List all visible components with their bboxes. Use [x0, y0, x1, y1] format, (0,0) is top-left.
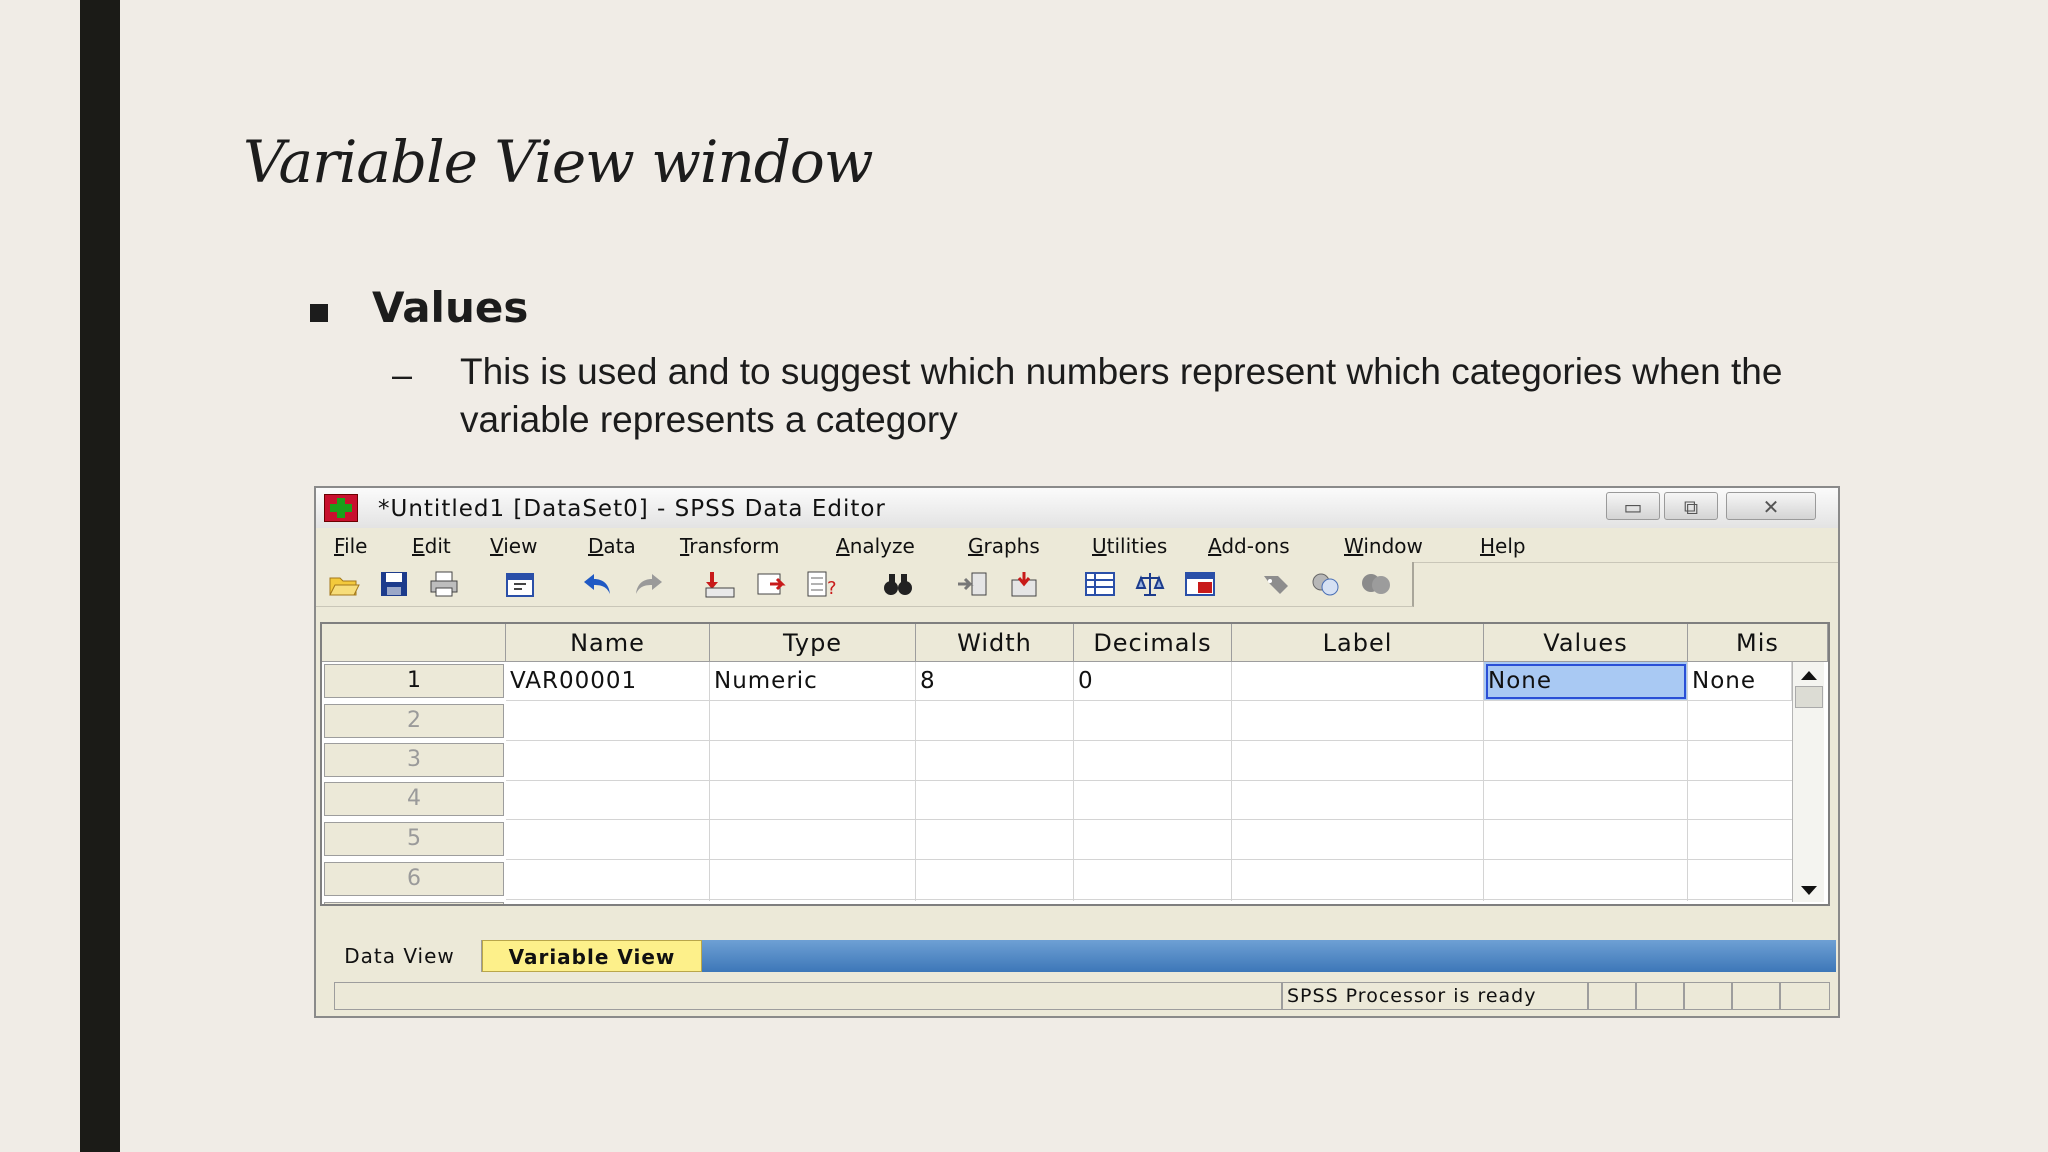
scroll-up-arrow-icon[interactable] [1799, 668, 1819, 682]
maximize-button[interactable]: ⧉ [1664, 492, 1718, 520]
menu-window[interactable]: Window [1344, 534, 1423, 558]
menu-graphs[interactable]: Graphs [968, 534, 1040, 558]
weight-cases-icon[interactable] [1134, 570, 1166, 598]
bullet-heading: Values [372, 283, 529, 332]
menu-file[interactable]: File [334, 534, 367, 558]
slide-title: Variable View window [243, 128, 873, 196]
status-cell [1684, 982, 1732, 1010]
menu-add-ons[interactable]: Add-ons [1208, 534, 1290, 558]
column-header-name[interactable]: Name [506, 624, 710, 662]
dialog-recall-icon[interactable] [504, 570, 536, 598]
select-cases-icon[interactable] [1184, 570, 1216, 598]
redo-icon[interactable] [632, 570, 664, 598]
vertical-scroll-thumb[interactable] [1795, 686, 1823, 708]
status-cell [1588, 982, 1636, 1010]
slide-side-bar [80, 0, 120, 1152]
column-header-type[interactable]: Type [710, 624, 916, 662]
title-bar[interactable]: *Untitled1 [DataSet0] - SPSS Data Editor… [316, 488, 1838, 529]
column-header-width[interactable]: Width [916, 624, 1074, 662]
menu-utilities[interactable]: Utilities [1092, 534, 1167, 558]
row-header[interactable] [324, 902, 504, 904]
column-header-label[interactable]: Label [1232, 624, 1484, 662]
empty-grid-rows[interactable] [506, 701, 1792, 901]
menu-bar: File Edit View Data Transform Analyze Gr… [316, 528, 1838, 563]
cell-values[interactable]: None [1484, 662, 1688, 701]
split-file-icon[interactable] [1084, 570, 1116, 598]
svg-text:?: ? [827, 578, 837, 598]
row-header[interactable]: 6 [324, 862, 504, 896]
insert-cases-icon[interactable] [956, 570, 988, 598]
column-header-decimals[interactable]: Decimals [1074, 624, 1232, 662]
goto-variable-icon[interactable] [756, 570, 788, 598]
menu-help[interactable]: Help [1480, 534, 1526, 558]
spss-app-icon [324, 494, 358, 522]
column-header-values[interactable]: Values [1484, 624, 1688, 662]
grid-corner [322, 624, 506, 662]
goto-case-icon[interactable] [704, 570, 736, 598]
toolbar: ? [316, 562, 1414, 607]
tab-data-view[interactable]: Data View [318, 940, 482, 972]
row-header[interactable]: 1 [324, 664, 504, 698]
cell-decimals[interactable]: 0 [1074, 662, 1232, 701]
save-icon[interactable] [378, 570, 410, 598]
value-labels-icon[interactable] [1260, 570, 1292, 598]
status-bar: SPSS Processor is ready [318, 978, 1836, 1014]
status-cell [1732, 982, 1780, 1010]
sub-bullet-dash: – [392, 354, 413, 395]
find-icon[interactable] [882, 570, 914, 598]
grid-line [1687, 701, 1688, 901]
row-header[interactable]: 4 [324, 782, 504, 816]
sub-bullet-text: This is used and to suggest which number… [460, 351, 1783, 440]
insert-variable-icon[interactable] [1008, 570, 1040, 598]
menu-view[interactable]: View [490, 534, 537, 558]
status-cell-main [334, 982, 1282, 1010]
menu-edit[interactable]: Edit [412, 534, 451, 558]
window-title: *Untitled1 [DataSet0] - SPSS Data Editor [378, 496, 886, 522]
cell-missing[interactable]: None [1688, 662, 1792, 701]
status-cell [1780, 982, 1830, 1010]
row-header[interactable]: 5 [324, 822, 504, 856]
print-icon[interactable] [428, 570, 460, 598]
open-folder-icon[interactable] [328, 570, 360, 598]
cell-width[interactable]: 8 [916, 662, 1074, 701]
minimize-button[interactable]: ▭ [1606, 492, 1660, 520]
menu-analyze[interactable]: Analyze [836, 534, 915, 558]
column-header-missing[interactable]: Mis [1688, 624, 1828, 662]
menu-transform[interactable]: Transform [680, 534, 780, 558]
view-tabs-bar: Data View Variable View [318, 940, 1836, 972]
menu-data[interactable]: Data [588, 534, 636, 558]
variables-icon[interactable]: ? [806, 570, 838, 598]
close-button[interactable]: ✕ [1726, 492, 1816, 520]
cell-type[interactable]: Numeric [710, 662, 916, 701]
row-header[interactable]: 2 [324, 704, 504, 738]
show-all-variables-icon[interactable] [1360, 570, 1392, 598]
variable-grid: Name Type Width Decimals Label Values Mi… [320, 622, 1830, 906]
vertical-scrollbar[interactable] [1792, 662, 1824, 902]
row-header[interactable]: 3 [324, 743, 504, 777]
tab-variable-view[interactable]: Variable View [482, 940, 702, 972]
cell-label[interactable] [1232, 662, 1484, 701]
bullet-square-icon [310, 304, 328, 322]
cell-name[interactable]: VAR00001 [506, 662, 710, 701]
use-sets-icon[interactable] [1310, 570, 1342, 598]
spss-window: *Untitled1 [DataSet0] - SPSS Data Editor… [314, 486, 1840, 1018]
undo-icon[interactable] [582, 570, 614, 598]
status-processor-text: SPSS Processor is ready [1282, 982, 1588, 1010]
status-cell [1636, 982, 1684, 1010]
scroll-down-arrow-icon[interactable] [1799, 884, 1819, 898]
